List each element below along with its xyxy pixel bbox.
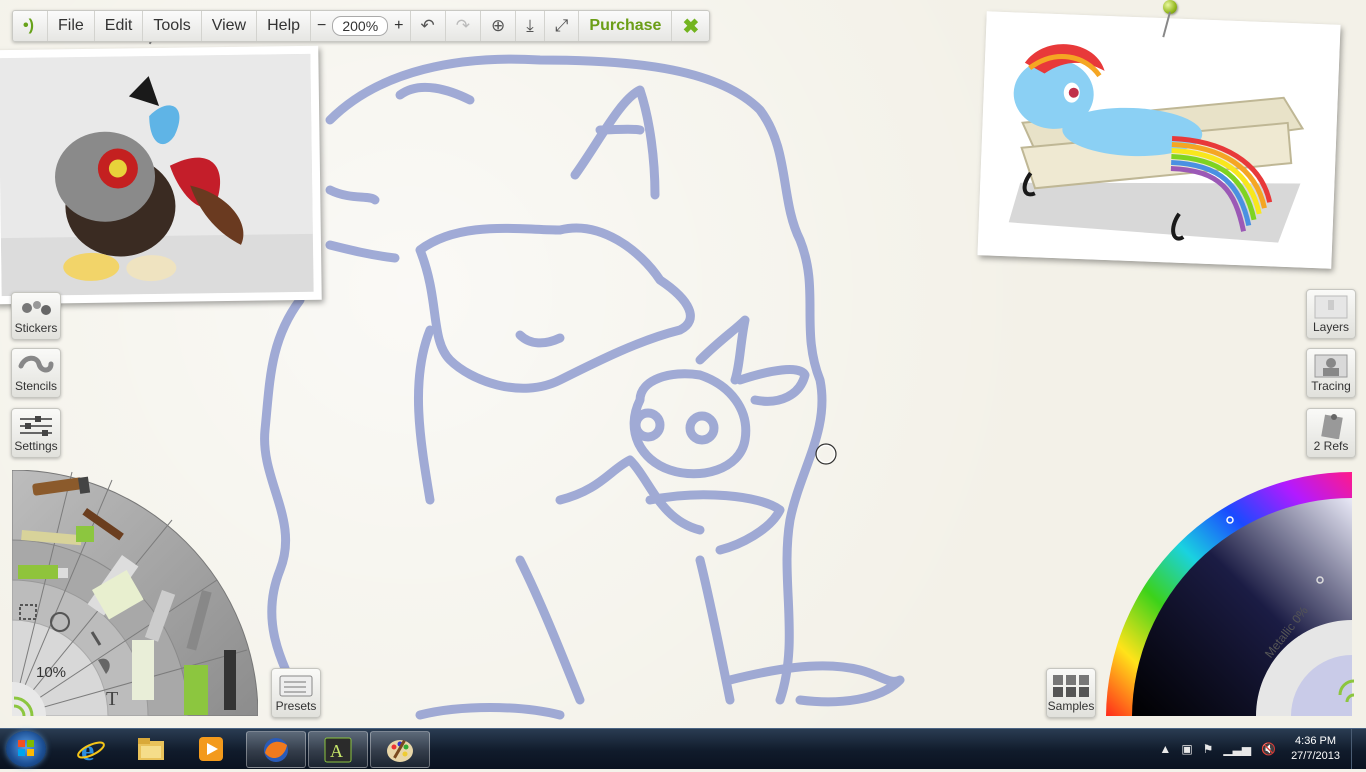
taskbar-artrage-button[interactable]: A — [308, 731, 368, 768]
settings-button[interactable]: Settings — [11, 408, 61, 458]
menu-help[interactable]: Help — [257, 11, 312, 41]
taskbar-paint-button[interactable] — [370, 731, 430, 768]
layers-button[interactable]: Layers — [1306, 289, 1356, 339]
svg-text:A: A — [330, 741, 343, 761]
redo-icon: ↷ — [455, 16, 471, 35]
show-hidden-icons-icon[interactable]: ▲ — [1159, 742, 1171, 756]
stickers-icon — [22, 301, 51, 315]
internet-explorer-icon: e — [77, 734, 105, 764]
layers-icon — [1314, 295, 1348, 319]
pony-photo — [977, 11, 1341, 269]
compass-icon: ⊕ — [491, 16, 506, 35]
stickers-label: Stickers — [14, 321, 58, 335]
zoom-level-field[interactable]: 200% — [332, 16, 389, 36]
stencils-icon — [18, 355, 54, 373]
menu-file[interactable]: File — [48, 11, 95, 41]
brush-size-readout[interactable]: 10% — [36, 664, 66, 681]
windows-logo-icon — [18, 740, 34, 756]
media-player-icon — [199, 736, 223, 761]
samples-grid-icon — [1053, 675, 1089, 697]
taskbar-explorer-button[interactable] — [122, 731, 180, 766]
download-icon: ⤓ — [526, 16, 534, 35]
tracing-icon — [1314, 354, 1348, 378]
volume-muted-icon[interactable]: 🔇 — [1261, 742, 1276, 756]
close-button[interactable]: ✖ — [672, 11, 709, 41]
artrage-logo-icon: •) — [23, 17, 34, 34]
redo-button[interactable]: ↷ — [446, 11, 482, 41]
brush-cursor-icon — [815, 443, 837, 465]
show-desktop-button[interactable] — [1351, 729, 1366, 769]
device-icon[interactable]: ▣ — [1181, 742, 1192, 756]
close-icon: ✖ — [682, 15, 700, 38]
taskbar-firefox-button[interactable] — [246, 731, 306, 768]
app-logo-button[interactable]: •) — [13, 11, 48, 41]
settings-label: Settings — [14, 439, 58, 453]
zoom-out-button[interactable]: − — [317, 17, 326, 35]
color-picker-wheel[interactable] — [1104, 470, 1366, 716]
samples-button[interactable]: Samples — [1046, 668, 1096, 718]
expand-icon: ⤢ — [554, 16, 569, 35]
undo-button[interactable]: ↶ — [411, 11, 446, 41]
menu-tools[interactable]: Tools — [143, 11, 202, 41]
start-button[interactable] — [6, 731, 46, 767]
firefox-icon — [264, 737, 288, 762]
tracing-button[interactable]: Tracing — [1306, 348, 1356, 398]
svg-text:T: T — [106, 688, 118, 710]
menu-view[interactable]: View — [202, 11, 258, 41]
stickers-button[interactable]: Stickers — [11, 292, 61, 340]
menu-edit[interactable]: Edit — [95, 11, 144, 41]
sliders-icon — [20, 416, 52, 436]
fullscreen-button[interactable]: ⤢ — [545, 11, 580, 41]
reference-pin-icon — [1321, 414, 1343, 439]
system-tray: ▲ ▣ ⚑ ▁▃▅ 🔇 4:36 PM 27/7/2013 — [1154, 729, 1340, 769]
network-signal-icon[interactable]: ▁▃▅ — [1223, 742, 1251, 756]
samples-label: Samples — [1047, 699, 1095, 713]
presets-label: Presets — [275, 699, 317, 713]
stencils-label: Stencils — [14, 379, 58, 393]
save-button[interactable]: ⤓ — [516, 11, 545, 41]
tracing-label: Tracing — [1311, 379, 1351, 393]
presets-button[interactable]: Presets — [271, 668, 321, 718]
undo-icon: ↶ — [420, 16, 435, 35]
plush-photo — [0, 53, 314, 297]
system-clock[interactable]: 4:36 PM 27/7/2013 — [1291, 734, 1340, 764]
import-button[interactable]: ⊕ — [481, 11, 517, 41]
clock-date: 27/7/2013 — [1291, 750, 1340, 762]
presets-icon — [279, 675, 313, 697]
references-button[interactable]: 2 Refs — [1306, 408, 1356, 458]
references-label: 2 Refs — [1313, 439, 1349, 453]
stencils-button[interactable]: Stencils — [11, 348, 61, 398]
zoom-in-button[interactable]: + — [394, 17, 403, 35]
layers-label: Layers — [1312, 320, 1350, 334]
purchase-button[interactable]: Purchase — [579, 11, 673, 41]
action-center-flag-icon[interactable]: ⚑ — [1203, 742, 1214, 756]
taskbar-media-player-button[interactable] — [182, 731, 240, 766]
folder-icon — [138, 737, 164, 760]
clock-time: 4:36 PM — [1295, 735, 1337, 747]
paint-palette-icon — [387, 739, 413, 762]
zoom-control: − 200% + — [311, 11, 411, 41]
reference-image-plush[interactable] — [0, 45, 322, 305]
artrage-icon: A — [324, 737, 352, 762]
windows-taskbar: e A ▲ ▣ ⚑ ▁▃▅ 🔇 4:36 PM 27/7/2013 — [0, 728, 1366, 769]
reference-image-pony[interactable] — [977, 11, 1341, 269]
top-toolbar: •) File Edit Tools View Help − 200% + ↶ … — [12, 10, 711, 42]
taskbar-ie-button[interactable]: e — [62, 731, 120, 766]
